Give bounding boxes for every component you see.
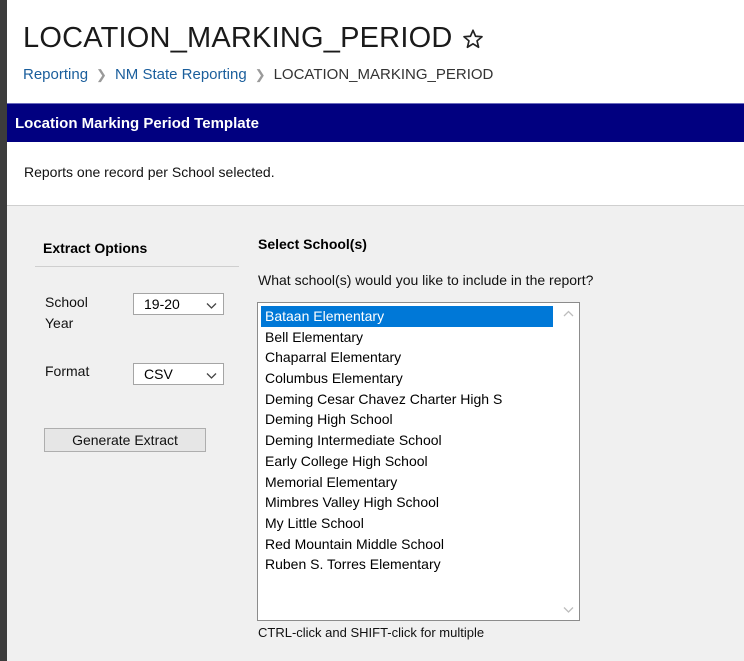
list-item[interactable]: My Little School [261,513,553,534]
format-label: Format [45,363,90,379]
extract-form: Extract Options School Year 19-20 Format… [7,206,744,661]
chevron-right-icon: ❯ [96,66,107,82]
list-item[interactable]: Early College High School [261,451,553,472]
multi-select-hint: CTRL-click and SHIFT-click for multiple [258,625,485,640]
format-select[interactable]: CSV [133,363,224,385]
generate-extract-button[interactable]: Generate Extract [44,428,206,452]
list-item[interactable]: Chaparral Elementary [261,347,553,368]
list-item[interactable]: Columbus Elementary [261,368,553,389]
title-row: LOCATION_MARKING_PERIOD [23,22,484,55]
breadcrumb-reporting[interactable]: Reporting [23,66,88,83]
description-text: Reports one record per School selected. [24,164,275,180]
list-item[interactable]: Bataan Elementary [261,306,553,327]
divider [35,266,239,267]
select-schools-heading: Select School(s) [258,236,367,252]
school-list: Bataan Elementary Bell Elementary Chapar… [261,306,553,575]
description-panel: Reports one record per School selected. [7,142,744,206]
section-header: Location Marking Period Template [7,103,744,142]
select-schools-question: What school(s) would you like to include… [258,272,594,288]
window-left-border [0,0,7,661]
school-year-label: School Year [45,292,88,334]
breadcrumb: Reporting ❯ NM State Reporting ❯ LOCATIO… [23,66,493,83]
list-item[interactable]: Ruben S. Torres Elementary [261,554,553,575]
school-year-select[interactable]: 19-20 [133,293,224,315]
school-year-label-line1: School [45,294,88,310]
list-item[interactable]: Bell Elementary [261,327,553,348]
list-item[interactable]: Deming High School [261,409,553,430]
list-item[interactable]: Deming Cesar Chavez Charter High S [261,389,553,410]
chevron-down-icon[interactable] [562,603,575,616]
chevron-down-icon [206,368,217,379]
school-listbox[interactable]: Bataan Elementary Bell Elementary Chapar… [257,302,580,621]
listbox-scrollbar[interactable] [558,303,579,620]
extract-options-heading: Extract Options [43,240,148,256]
school-year-label-line2: Year [45,315,74,331]
star-icon[interactable] [462,28,484,50]
breadcrumb-nm-state-reporting[interactable]: NM State Reporting [115,66,247,83]
page-title: LOCATION_MARKING_PERIOD [23,22,453,54]
section-title: Location Marking Period Template [15,115,259,132]
page-header: LOCATION_MARKING_PERIOD Reporting ❯ NM S… [7,0,744,103]
list-item[interactable]: Red Mountain Middle School [261,534,553,555]
chevron-down-icon [206,298,217,309]
chevron-up-icon[interactable] [562,307,575,320]
breadcrumb-current: LOCATION_MARKING_PERIOD [273,66,494,83]
list-item[interactable]: Mimbres Valley High School [261,492,553,513]
page: LOCATION_MARKING_PERIOD Reporting ❯ NM S… [7,0,744,661]
chevron-right-icon: ❯ [254,66,266,82]
school-year-value: 19-20 [144,296,180,312]
format-value: CSV [144,366,173,382]
list-item[interactable]: Deming Intermediate School [261,430,553,451]
list-item[interactable]: Memorial Elementary [261,472,553,493]
